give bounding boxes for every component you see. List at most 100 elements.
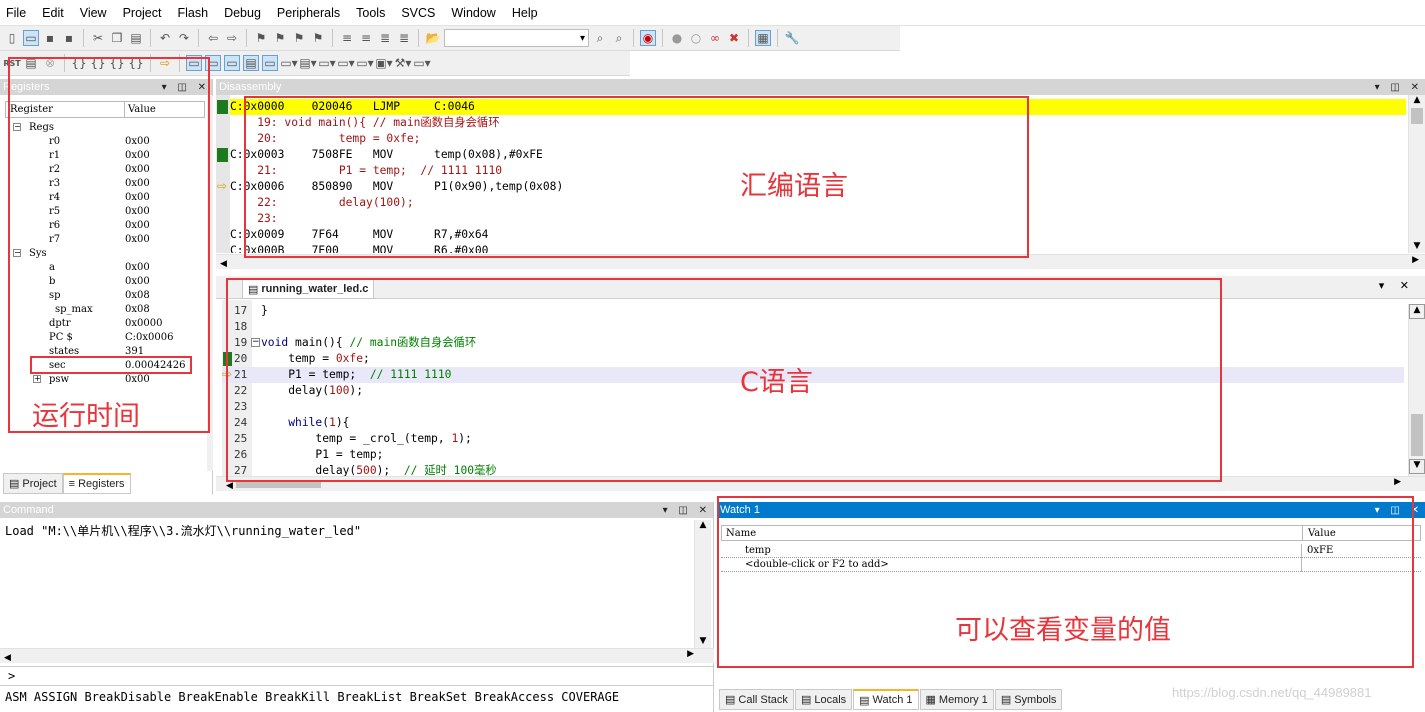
- tab-project[interactable]: ▤ Project: [3, 473, 63, 494]
- register-row[interactable]: sp 0x08: [5, 289, 205, 303]
- indent-icon[interactable]: ≡: [339, 30, 355, 46]
- register-value[interactable]: 0x00: [125, 220, 150, 231]
- editor-line[interactable]: 25 temp = _crol_(temp, 1);: [222, 431, 1404, 447]
- code-text[interactable]: void main(){ // main函数自身会循环: [261, 335, 476, 351]
- tab-symbols[interactable]: ▤ Symbols: [994, 689, 1063, 710]
- command-hscroll[interactable]: ◀ ▶: [0, 648, 714, 663]
- disable-breakpoint-icon[interactable]: ○: [688, 30, 704, 46]
- call-stack-window-icon[interactable]: ▭: [262, 55, 278, 71]
- tree-toggle-icon[interactable]: +: [33, 375, 41, 383]
- bookmark-next-icon[interactable]: ⚑: [291, 30, 307, 46]
- register-col-header[interactable]: Register: [10, 104, 53, 115]
- watch-add-hint[interactable]: <double-click or F2 to add>: [745, 559, 889, 570]
- editor-code[interactable]: 17} 18 19 void main(){ // main函数自身会循环 −20 te…: [222, 303, 1404, 478]
- comment-icon[interactable]: ≣: [377, 30, 393, 46]
- menu-tools[interactable]: Tools: [356, 6, 385, 20]
- register-row[interactable]: r3 0x00: [5, 177, 205, 191]
- panel-controls[interactable]: ▾ ◫ ✕: [162, 82, 212, 93]
- bookmark-clear-icon[interactable]: ⚑: [310, 30, 326, 46]
- register-value[interactable]: 0x00: [125, 262, 150, 273]
- panel-controls[interactable]: ▾ ◫ ✕: [663, 505, 713, 516]
- register-value[interactable]: 0x00: [125, 192, 150, 203]
- step-over-icon[interactable]: {}: [90, 55, 106, 71]
- register-value[interactable]: 0x00: [125, 150, 150, 161]
- paste-icon[interactable]: ▤: [128, 30, 144, 46]
- register-row[interactable]: b 0x00: [5, 275, 205, 289]
- value-col-header[interactable]: Value: [128, 104, 156, 115]
- window-layout-icon[interactable]: ▦: [755, 30, 771, 46]
- menu-view[interactable]: View: [80, 6, 107, 20]
- kill-all-breakpoints-icon[interactable]: ✖: [726, 30, 742, 46]
- redo-icon[interactable]: ↷: [176, 30, 192, 46]
- register-value[interactable]: 0x00: [125, 276, 150, 287]
- save-all-icon[interactable]: ▪: [61, 30, 77, 46]
- system-viewer-icon[interactable]: ▣▾: [375, 55, 392, 71]
- tab-call-stack[interactable]: ▤ Call Stack: [719, 689, 794, 710]
- tree-toggle-icon[interactable]: −: [13, 123, 21, 131]
- register-row[interactable]: r4 0x00: [5, 191, 205, 205]
- undo-icon[interactable]: ↶: [157, 30, 173, 46]
- nav-back-icon[interactable]: ⇦: [205, 30, 221, 46]
- debug-session-icon[interactable]: ◉: [640, 30, 656, 46]
- editor-line[interactable]: 23: [222, 399, 1404, 415]
- debug-layout-icon[interactable]: ▭▾: [413, 55, 430, 71]
- tab-locals[interactable]: ▤ Locals: [794, 689, 853, 710]
- command-vscroll[interactable]: ▲ ▼: [694, 520, 711, 648]
- panel-controls[interactable]: ▾ ◫ ✕: [1375, 505, 1425, 516]
- register-value[interactable]: 0x00: [125, 164, 150, 175]
- command-window-icon[interactable]: ▭: [186, 55, 202, 71]
- code-text[interactable]: P1 = temp; // 1111 1110: [261, 367, 451, 383]
- menu-peripherals[interactable]: Peripherals: [277, 6, 340, 20]
- editor-controls[interactable]: ▾ ✕: [1379, 279, 1415, 292]
- register-value[interactable]: 0x08: [125, 304, 150, 315]
- tab-running-water-led[interactable]: ▤ running_water_led.c: [242, 278, 375, 299]
- save-icon[interactable]: ▪: [42, 30, 58, 46]
- new-file-icon[interactable]: ▯: [4, 30, 20, 46]
- register-value[interactable]: 0x00: [125, 234, 150, 245]
- code-text[interactable]: delay(100);: [261, 383, 363, 399]
- code-text[interactable]: while(1){: [261, 415, 349, 431]
- register-value[interactable]: 0x00: [125, 178, 150, 189]
- fold-toggle-icon[interactable]: −: [251, 338, 260, 347]
- step-into-icon[interactable]: {}: [71, 55, 87, 71]
- breakpoint-icon[interactable]: ●: [669, 30, 685, 46]
- unindent-icon[interactable]: ≡: [358, 30, 374, 46]
- register-row[interactable]: r5 0x00: [5, 205, 205, 219]
- register-value[interactable]: 0x00: [125, 136, 150, 147]
- configure-icon[interactable]: 🔧: [784, 30, 800, 46]
- tab-watch-1[interactable]: ▤ Watch 1: [853, 689, 919, 710]
- open-folder-icon[interactable]: ▭: [23, 30, 39, 46]
- editor-line[interactable]: 19 void main(){ // main函数自身会循环 −: [222, 335, 1404, 351]
- register-value[interactable]: 0x0000: [125, 318, 162, 329]
- watch-var-value[interactable]: 0xFE: [1307, 545, 1333, 556]
- incremental-find-icon[interactable]: ⌕: [611, 30, 627, 46]
- register-value[interactable]: 0.00042426: [125, 360, 185, 371]
- disassembly-source-line[interactable]: 23:: [230, 211, 1406, 227]
- bookmark-prev-icon[interactable]: ⚑: [272, 30, 288, 46]
- find-icon[interactable]: ⌕: [592, 30, 608, 46]
- code-text[interactable]: P1 = temp;: [261, 447, 383, 463]
- registers-window-icon[interactable]: ▤: [243, 55, 259, 71]
- code-text[interactable]: temp = _crol_(temp, 1);: [261, 431, 471, 447]
- register-row[interactable]: r2 0x00: [5, 163, 205, 177]
- menu-debug[interactable]: Debug: [224, 6, 261, 20]
- register-row[interactable]: a 0x00: [5, 261, 205, 275]
- uncomment-icon[interactable]: ≣: [396, 30, 412, 46]
- register-row[interactable]: r6 0x00: [5, 219, 205, 233]
- register-value[interactable]: C:0x0006: [125, 332, 173, 343]
- editor-line[interactable]: 26 P1 = temp;: [222, 447, 1404, 463]
- disassembly-source-line[interactable]: 19: void main(){ // main函数自身会循环: [230, 115, 1406, 131]
- register-row[interactable]: r7 0x00: [5, 233, 205, 247]
- run-to-cursor-icon[interactable]: {}: [128, 55, 144, 71]
- disassembly-asm-line[interactable]: C:0x0009 7F64 MOV R7,#0x64: [230, 227, 1406, 243]
- editor-line[interactable]: 21 P1 = temp; // 1111 1110 ⇨: [222, 367, 1404, 383]
- register-row[interactable]: dptr 0x0000: [5, 317, 205, 331]
- register-value[interactable]: 0x08: [125, 290, 150, 301]
- editor-line[interactable]: 17}: [222, 303, 1404, 319]
- reset-icon[interactable]: RST: [3, 55, 20, 71]
- tree-group-sys[interactable]: − Sys: [5, 247, 205, 261]
- disassembly-asm-line[interactable]: C:0x0003 7508FE MOV temp(0x08),#0xFE: [230, 147, 1406, 163]
- tab-registers[interactable]: ≡ Registers: [62, 473, 131, 494]
- show-next-statement-icon[interactable]: ⇨: [157, 55, 173, 71]
- code-text[interactable]: }: [261, 303, 268, 319]
